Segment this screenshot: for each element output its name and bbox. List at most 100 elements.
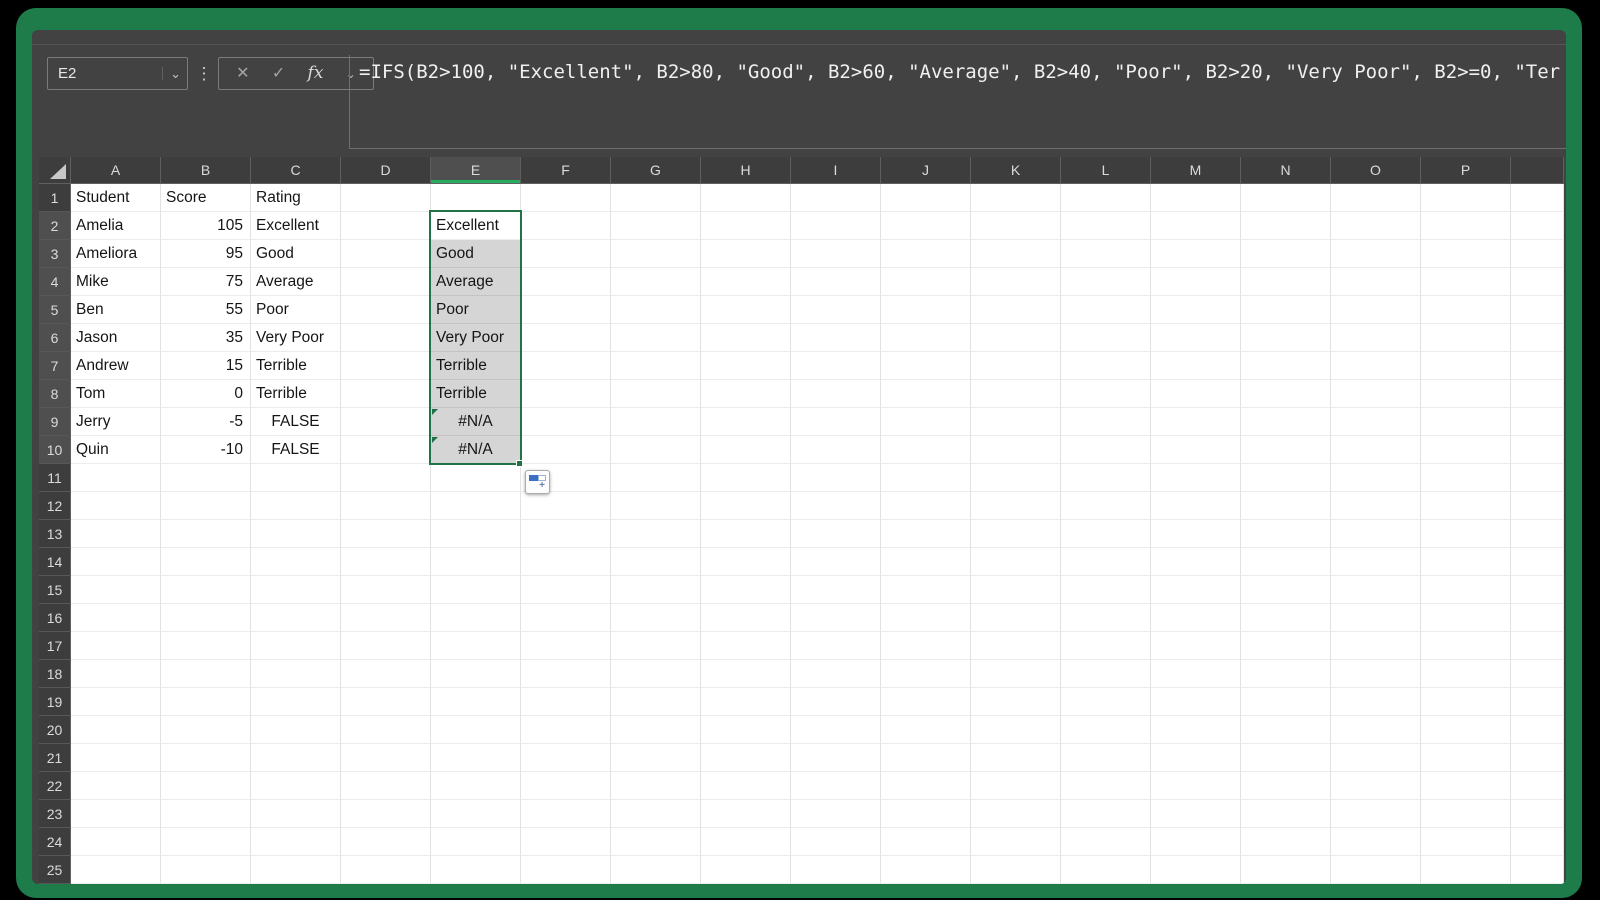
cell-H23[interactable] — [701, 800, 791, 828]
cell-D22[interactable] — [341, 772, 431, 800]
cell-A4[interactable]: Mike — [71, 268, 161, 296]
cell-F25[interactable] — [521, 856, 611, 884]
cell-H16[interactable] — [701, 604, 791, 632]
row-header-24[interactable]: 24 — [39, 828, 71, 856]
column-header-partial[interactable] — [1511, 157, 1564, 184]
cell-H24[interactable] — [701, 828, 791, 856]
cell-M16[interactable] — [1151, 604, 1241, 632]
cell-H5[interactable] — [701, 296, 791, 324]
cell-N8[interactable] — [1241, 380, 1331, 408]
cell-K23[interactable] — [971, 800, 1061, 828]
cell-L11[interactable] — [1061, 464, 1151, 492]
cell-J23[interactable] — [881, 800, 971, 828]
cell-J6[interactable] — [881, 324, 971, 352]
column-header-L[interactable]: L — [1061, 157, 1151, 184]
cell-I3[interactable] — [791, 240, 881, 268]
cell-L1[interactable] — [1061, 184, 1151, 212]
column-header-D[interactable]: D — [341, 157, 431, 184]
cell-O22[interactable] — [1331, 772, 1421, 800]
cell-M7[interactable] — [1151, 352, 1241, 380]
cell-partial1[interactable] — [1511, 184, 1564, 212]
cell-C5[interactable]: Poor — [251, 296, 341, 324]
column-header-G[interactable]: G — [611, 157, 701, 184]
column-header-J[interactable]: J — [881, 157, 971, 184]
cell-D19[interactable] — [341, 688, 431, 716]
cell-B22[interactable] — [161, 772, 251, 800]
cell-A1[interactable]: Student — [71, 184, 161, 212]
cell-F7[interactable] — [521, 352, 611, 380]
cell-B2[interactable]: 105 — [161, 212, 251, 240]
cell-partial19[interactable] — [1511, 688, 1564, 716]
row-header-12[interactable]: 12 — [39, 492, 71, 520]
cell-partial17[interactable] — [1511, 632, 1564, 660]
cell-C2[interactable]: Excellent — [251, 212, 341, 240]
fill-handle[interactable] — [516, 460, 523, 467]
cell-A11[interactable] — [71, 464, 161, 492]
cell-G18[interactable] — [611, 660, 701, 688]
cell-M13[interactable] — [1151, 520, 1241, 548]
row-header-10[interactable]: 10 — [39, 436, 71, 464]
cell-A18[interactable] — [71, 660, 161, 688]
cell-B21[interactable] — [161, 744, 251, 772]
cell-K9[interactable] — [971, 408, 1061, 436]
cell-G24[interactable] — [611, 828, 701, 856]
row-header-8[interactable]: 8 — [39, 380, 71, 408]
cell-E14[interactable] — [431, 548, 521, 576]
row-header-15[interactable]: 15 — [39, 576, 71, 604]
cell-L21[interactable] — [1061, 744, 1151, 772]
cell-I1[interactable] — [791, 184, 881, 212]
cell-D24[interactable] — [341, 828, 431, 856]
formula-bar[interactable]: =IFS(B2>100, "Excellent", B2>80, "Good",… — [349, 55, 1566, 149]
cell-L12[interactable] — [1061, 492, 1151, 520]
cell-I21[interactable] — [791, 744, 881, 772]
cell-K2[interactable] — [971, 212, 1061, 240]
cell-I23[interactable] — [791, 800, 881, 828]
cell-P12[interactable] — [1421, 492, 1511, 520]
cell-L24[interactable] — [1061, 828, 1151, 856]
cell-O19[interactable] — [1331, 688, 1421, 716]
cell-partial25[interactable] — [1511, 856, 1564, 884]
cell-P2[interactable] — [1421, 212, 1511, 240]
cell-H18[interactable] — [701, 660, 791, 688]
cell-M23[interactable] — [1151, 800, 1241, 828]
cell-O3[interactable] — [1331, 240, 1421, 268]
cell-O20[interactable] — [1331, 716, 1421, 744]
cell-O2[interactable] — [1331, 212, 1421, 240]
cell-M2[interactable] — [1151, 212, 1241, 240]
cell-K1[interactable] — [971, 184, 1061, 212]
cell-C16[interactable] — [251, 604, 341, 632]
cell-P4[interactable] — [1421, 268, 1511, 296]
cell-O11[interactable] — [1331, 464, 1421, 492]
cell-M21[interactable] — [1151, 744, 1241, 772]
column-header-M[interactable]: M — [1151, 157, 1241, 184]
cell-K22[interactable] — [971, 772, 1061, 800]
cell-H7[interactable] — [701, 352, 791, 380]
cell-G7[interactable] — [611, 352, 701, 380]
cell-I10[interactable] — [791, 436, 881, 464]
cell-L6[interactable] — [1061, 324, 1151, 352]
cell-N1[interactable] — [1241, 184, 1331, 212]
cell-O13[interactable] — [1331, 520, 1421, 548]
cell-H21[interactable] — [701, 744, 791, 772]
cell-G13[interactable] — [611, 520, 701, 548]
cell-C23[interactable] — [251, 800, 341, 828]
cell-K3[interactable] — [971, 240, 1061, 268]
cell-B20[interactable] — [161, 716, 251, 744]
cell-K15[interactable] — [971, 576, 1061, 604]
cell-K12[interactable] — [971, 492, 1061, 520]
cell-I2[interactable] — [791, 212, 881, 240]
cell-K25[interactable] — [971, 856, 1061, 884]
cell-B10[interactable]: -10 — [161, 436, 251, 464]
cell-O5[interactable] — [1331, 296, 1421, 324]
cell-C22[interactable] — [251, 772, 341, 800]
cell-P22[interactable] — [1421, 772, 1511, 800]
cell-D23[interactable] — [341, 800, 431, 828]
cell-J2[interactable] — [881, 212, 971, 240]
cell-P3[interactable] — [1421, 240, 1511, 268]
cell-K24[interactable] — [971, 828, 1061, 856]
cell-E9[interactable]: #N/A — [431, 408, 521, 436]
cell-M25[interactable] — [1151, 856, 1241, 884]
cell-L19[interactable] — [1061, 688, 1151, 716]
cell-H3[interactable] — [701, 240, 791, 268]
cell-C9[interactable]: FALSE — [251, 408, 341, 436]
